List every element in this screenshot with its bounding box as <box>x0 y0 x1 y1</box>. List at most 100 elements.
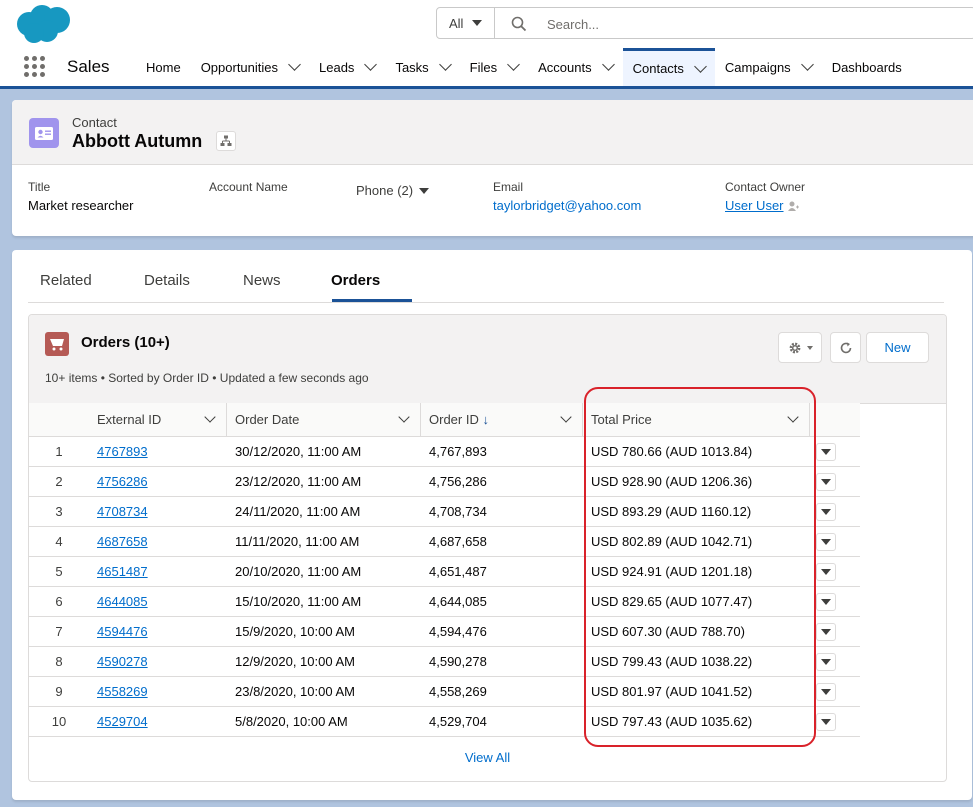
owner-link[interactable]: User User <box>725 198 784 213</box>
row-number: 7 <box>29 616 89 647</box>
list-settings-button[interactable] <box>778 332 822 363</box>
external-id-link[interactable]: 4529704 <box>89 706 227 737</box>
row-actions-button[interactable] <box>816 532 836 551</box>
row-actions-button[interactable] <box>816 652 836 671</box>
new-order-button[interactable]: New <box>866 332 929 363</box>
row-actions-button[interactable] <box>816 562 836 581</box>
nav-item-accounts[interactable]: Accounts <box>528 48 622 86</box>
external-id-link[interactable]: 4594476 <box>89 616 227 647</box>
salesforce-logo-icon[interactable] <box>14 4 72 44</box>
field-contact-owner: Contact Owner User User <box>725 180 805 213</box>
nav-item-label: Campaigns <box>724 59 791 75</box>
row-actions-button[interactable] <box>816 712 836 731</box>
orders-icon <box>45 332 69 356</box>
row-number: 4 <box>29 526 89 557</box>
hierarchy-icon <box>220 135 232 146</box>
chevron-down-icon[interactable] <box>398 411 410 423</box>
row-actions-button[interactable] <box>816 622 836 641</box>
order-id-cell: 4,644,085 <box>421 586 583 617</box>
external-id-link[interactable]: 4644085 <box>89 586 227 617</box>
external-id-link[interactable]: 4687658 <box>89 526 227 557</box>
view-all-link[interactable]: View All <box>29 750 946 765</box>
row-actions-button[interactable] <box>816 442 836 461</box>
chevron-down-icon[interactable] <box>364 58 378 71</box>
related-list-title[interactable]: Orders (10+) <box>81 334 170 351</box>
total-price-cell: USD 607.30 (AUD 788.70) <box>583 616 810 647</box>
column-header-order-id[interactable]: Order ID ↓ <box>421 403 583 437</box>
chevron-down-icon[interactable] <box>694 59 707 73</box>
chevron-down-icon[interactable] <box>419 187 430 194</box>
external-id-link[interactable]: 4558269 <box>89 676 227 707</box>
refresh-button[interactable] <box>830 332 861 363</box>
table-row: 10 4529704 5/8/2020, 10:00 AM 4,529,704 USD … <box>29 706 860 737</box>
chevron-down-icon[interactable] <box>560 411 572 423</box>
column-header-external-id[interactable]: External ID <box>89 403 227 437</box>
nav-item-opportunities[interactable]: Opportunities <box>191 48 309 86</box>
row-actions-button[interactable] <box>816 472 836 491</box>
table-row: 4 4687658 11/11/2020, 11:00 AM 4,687,658 USD… <box>29 526 860 557</box>
nav-item-tasks[interactable]: Tasks <box>385 48 459 86</box>
change-owner-icon[interactable] <box>786 199 800 213</box>
external-id-link[interactable]: 4590278 <box>89 646 227 677</box>
global-header: All <box>0 0 973 48</box>
search-scope-dropdown[interactable]: All <box>437 8 495 38</box>
tab-news[interactable]: News <box>243 272 281 289</box>
chevron-down-icon <box>821 478 831 485</box>
field-title: Title Market researcher <box>28 180 133 213</box>
column-header-order-date[interactable]: Order Date <box>227 403 421 437</box>
active-tab-indicator <box>332 299 412 302</box>
chevron-down-icon[interactable] <box>601 58 615 71</box>
total-price-cell: USD 797.43 (AUD 1035.62) <box>583 706 810 737</box>
field-account-name: Account Name <box>209 180 288 194</box>
tab-related[interactable]: Related <box>40 272 92 289</box>
nav-item-campaigns[interactable]: Campaigns <box>715 48 822 86</box>
field-email: Email taylorbridget@yahoo.com <box>493 180 641 213</box>
table-row: 9 4558269 23/8/2020, 10:00 AM 4,558,269 USD … <box>29 676 860 707</box>
row-actions-button[interactable] <box>816 502 836 521</box>
chevron-down-icon[interactable] <box>288 58 301 71</box>
external-id-link[interactable]: 4651487 <box>89 556 227 587</box>
row-number: 6 <box>29 586 89 617</box>
tab-bar: Related Details News Orders <box>28 250 944 303</box>
nav-item-files[interactable]: Files <box>460 48 528 86</box>
row-actions-button[interactable] <box>816 592 836 611</box>
chevron-down-icon[interactable] <box>438 58 452 71</box>
nav-item-contacts[interactable]: Contacts <box>622 48 716 89</box>
chevron-down-icon <box>806 345 813 350</box>
order-date-cell: 15/9/2020, 10:00 AM <box>227 616 421 647</box>
email-link[interactable]: taylorbridget@yahoo.com <box>493 198 641 213</box>
row-actions-cell <box>810 676 860 707</box>
chevron-down-icon[interactable] <box>800 58 814 71</box>
row-actions-button[interactable] <box>816 682 836 701</box>
column-header-label: Order Date <box>235 412 300 427</box>
total-price-cell: USD 893.29 (AUD 1160.12) <box>583 496 810 527</box>
nav-item-home[interactable]: Home <box>136 48 191 86</box>
chevron-down-icon[interactable] <box>204 411 216 423</box>
field-label: Email <box>493 180 524 194</box>
order-date-cell: 15/10/2020, 11:00 AM <box>227 586 421 617</box>
app-launcher-icon[interactable] <box>24 56 46 78</box>
record-name: Abbott Autumn <box>72 131 203 151</box>
nav-item-dashboards[interactable]: Dashboards <box>822 48 912 86</box>
external-id-link[interactable]: 4767893 <box>89 436 227 467</box>
nav-item-label: Leads <box>319 59 355 75</box>
chevron-down-icon <box>821 568 831 575</box>
order-id-cell: 4,756,286 <box>421 466 583 497</box>
orders-table: External ID Order Date Order ID ↓ Total … <box>29 403 860 737</box>
total-price-cell: USD 829.65 (AUD 1077.47) <box>583 586 810 617</box>
order-date-cell: 23/8/2020, 10:00 AM <box>227 676 421 707</box>
field-phone[interactable]: Phone (2) <box>356 182 430 200</box>
column-header-total-price[interactable]: Total Price <box>583 403 810 437</box>
hierarchy-button[interactable] <box>216 131 236 151</box>
search-input[interactable] <box>545 13 949 35</box>
external-id-link[interactable]: 4756286 <box>89 466 227 497</box>
nav-item-leads[interactable]: Leads <box>309 48 385 86</box>
external-id-link[interactable]: 4708734 <box>89 496 227 527</box>
row-number: 8 <box>29 646 89 677</box>
chevron-down-icon[interactable] <box>787 411 799 423</box>
chevron-down-icon[interactable] <box>507 58 520 71</box>
tab-details[interactable]: Details <box>144 272 190 289</box>
related-list-header: Orders (10+) 10+ items • Sorted by Order… <box>29 315 946 404</box>
tab-orders[interactable]: Orders <box>331 272 380 289</box>
orders-table-body: 1 4767893 30/12/2020, 11:00 AM 4,767,893 USD… <box>29 436 860 737</box>
